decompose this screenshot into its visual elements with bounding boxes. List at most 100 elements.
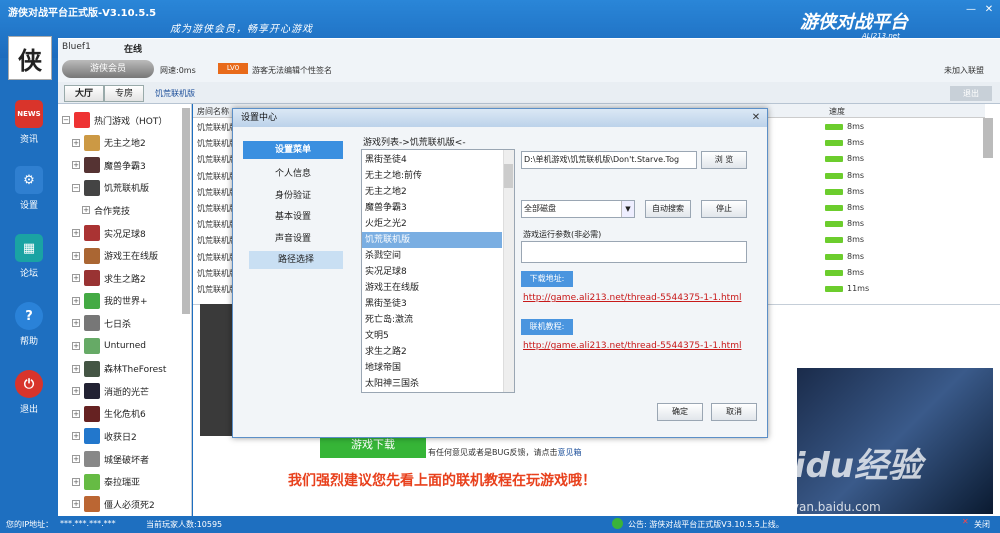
- tree-item[interactable]: + 魔兽争霸3: [72, 155, 146, 175]
- room-name[interactable]: 饥荒联机版: [197, 252, 237, 263]
- tree-item[interactable]: + 七日杀: [72, 313, 131, 333]
- settings-menu-item[interactable]: 个人信息: [243, 165, 343, 183]
- expand-icon[interactable]: +: [72, 364, 80, 373]
- tree-item[interactable]: + 求生之路2: [72, 268, 146, 288]
- room-scrollbar[interactable]: [983, 118, 993, 158]
- collapse-icon[interactable]: −: [72, 183, 80, 192]
- room-name[interactable]: 饥荒联机版: [197, 138, 237, 149]
- browse-button[interactable]: 浏 览: [701, 151, 747, 169]
- tree-item[interactable]: + Unturned: [72, 336, 146, 356]
- room-name[interactable]: 饥荒联机版: [197, 268, 237, 279]
- game-list-item[interactable]: 游戏王在线版: [362, 280, 502, 296]
- tree-item[interactable]: + 收获日2: [72, 426, 137, 446]
- game-path-field[interactable]: D:\单机游戏\饥荒联机版\Don't.Starve.Tog: [521, 151, 697, 169]
- room-name[interactable]: 饥荒联机版: [197, 235, 237, 246]
- tree-item[interactable]: + 实况足球8: [72, 223, 146, 243]
- ok-button[interactable]: 确定: [657, 403, 703, 421]
- expand-icon[interactable]: +: [72, 500, 80, 509]
- tree-item[interactable]: + 合作竞技: [82, 200, 130, 220]
- settings-menu-item[interactable]: 声音设置: [243, 230, 343, 248]
- expand-icon[interactable]: +: [72, 229, 80, 237]
- settings-menu-item[interactable]: 身份验证: [243, 187, 343, 205]
- drive-select[interactable]: 全部磁盘 ▼: [521, 200, 635, 218]
- expand-icon[interactable]: +: [72, 251, 80, 260]
- current-game-link[interactable]: 饥荒联机版: [155, 88, 195, 99]
- room-name[interactable]: 饥荒联机版: [197, 203, 237, 214]
- game-list-item[interactable]: 地球帝国: [362, 360, 502, 376]
- room-name[interactable]: 饥荒联机版: [197, 122, 237, 133]
- cancel-button[interactable]: 取消: [711, 403, 757, 421]
- tree-item[interactable]: + 游戏王在线版: [72, 246, 158, 266]
- tree-item[interactable]: + 森林TheForest: [72, 359, 166, 379]
- tree-item[interactable]: − 饥荒联机版: [72, 178, 149, 198]
- collapse-icon[interactable]: −: [62, 116, 70, 124]
- game-list-item[interactable]: 无主之地:前传: [362, 168, 502, 184]
- expand-icon[interactable]: +: [72, 409, 80, 418]
- room-name[interactable]: 饥荒联机版: [197, 284, 237, 295]
- tree-item[interactable]: + 城堡破坏者: [72, 449, 149, 469]
- exit-room-button[interactable]: 退出: [950, 86, 992, 101]
- game-list-item[interactable]: 杀戮空间: [362, 248, 502, 264]
- tree-item[interactable]: + 生化危机6: [72, 404, 146, 424]
- room-name[interactable]: 饥荒联机版: [197, 219, 237, 230]
- close-window-button[interactable]: ✕: [982, 4, 996, 16]
- signature-text[interactable]: 游客无法编辑个性签名: [252, 65, 332, 76]
- nav-help[interactable]: ? 帮助: [0, 302, 58, 347]
- game-list-item[interactable]: 魔兽争霸3: [362, 200, 502, 216]
- col-room-name[interactable]: 房间名称: [197, 106, 229, 117]
- settings-menu-item[interactable]: 基本设置: [243, 208, 343, 226]
- game-list-item[interactable]: 无主之地2: [362, 184, 502, 200]
- nav-forum[interactable]: ▦ 论坛: [0, 234, 58, 279]
- game-list-scroll-thumb[interactable]: [504, 164, 513, 188]
- room-name[interactable]: 饥荒联机版: [197, 171, 237, 182]
- nav-exit[interactable]: ⏻ 退出: [0, 370, 58, 415]
- avatar[interactable]: 侠: [8, 36, 52, 80]
- room-name[interactable]: 饥荒联机版: [197, 187, 237, 198]
- tree-item[interactable]: + 我的世界+: [72, 291, 148, 311]
- expand-icon[interactable]: +: [82, 206, 90, 215]
- game-list-item[interactable]: 死亡岛:激流: [362, 312, 502, 328]
- stop-button[interactable]: 停止: [701, 200, 747, 218]
- col-speed[interactable]: 速度: [829, 106, 845, 117]
- game-list-item[interactable]: 黑街圣徒4: [362, 152, 502, 168]
- expand-icon[interactable]: +: [72, 319, 80, 328]
- expand-icon[interactable]: +: [72, 138, 80, 147]
- online-status[interactable]: 在线: [124, 42, 142, 55]
- nav-settings[interactable]: ⚙ 设置: [0, 166, 58, 211]
- expand-icon[interactable]: +: [72, 342, 80, 350]
- expand-icon[interactable]: +: [72, 477, 80, 486]
- tab-hall[interactable]: 大厅: [64, 85, 105, 102]
- close-notice-button[interactable]: 关闭: [974, 519, 990, 530]
- tree-item[interactable]: + 僵人必须死2: [72, 494, 155, 514]
- member-badge[interactable]: 游侠会员: [62, 60, 154, 78]
- game-list-item[interactable]: 饥荒联机版: [362, 232, 502, 248]
- expand-icon[interactable]: +: [72, 432, 80, 441]
- expand-icon[interactable]: +: [72, 274, 80, 283]
- tree-scrollbar[interactable]: [182, 108, 190, 314]
- guild-status[interactable]: 未加入联盟: [944, 65, 984, 76]
- game-list-item[interactable]: 火炬之光2: [362, 216, 502, 232]
- tree-item[interactable]: + 无主之地2: [72, 133, 146, 153]
- room-name[interactable]: 饥荒联机版: [197, 154, 237, 165]
- feedback-link[interactable]: 意见箱: [558, 448, 582, 457]
- expand-icon[interactable]: +: [72, 455, 80, 463]
- args-input[interactable]: [521, 241, 747, 263]
- expand-icon[interactable]: +: [72, 387, 80, 396]
- game-list-item[interactable]: 黑街圣徒3: [362, 296, 502, 312]
- expand-icon[interactable]: +: [72, 161, 80, 170]
- tutorial-url-link[interactable]: http://game.ali213.net/thread-5544375-1-…: [523, 341, 741, 351]
- tree-item[interactable]: + 泰拉瑞亚: [72, 472, 140, 492]
- game-list-item[interactable]: 太阳神三国杀: [362, 376, 502, 392]
- tree-item[interactable]: − 热门游戏（HOT）: [62, 110, 167, 130]
- notice-text[interactable]: 公告: 游侠对战平台正式版V3.10.5.5上线。: [628, 519, 784, 530]
- tab-zone[interactable]: 专房: [104, 85, 145, 102]
- minimize-button[interactable]: —: [964, 4, 978, 16]
- game-list-item[interactable]: 实况足球8: [362, 264, 502, 280]
- nav-news[interactable]: NEWS 资讯: [0, 100, 58, 145]
- auto-search-button[interactable]: 自动搜索: [645, 200, 691, 218]
- game-listbox[interactable]: 黑街圣徒4 无主之地:前传 无主之地2 魔兽争霸3 火炬之光2 饥荒联机版 杀戮空间 实况足球…: [361, 149, 515, 393]
- settings-menu-item[interactable]: 路径选择: [249, 251, 343, 270]
- dialog-close-button[interactable]: ✕: [750, 112, 762, 124]
- game-list-item[interactable]: 求生之路2: [362, 344, 502, 360]
- tree-item[interactable]: + 消逝的光芒: [72, 381, 149, 401]
